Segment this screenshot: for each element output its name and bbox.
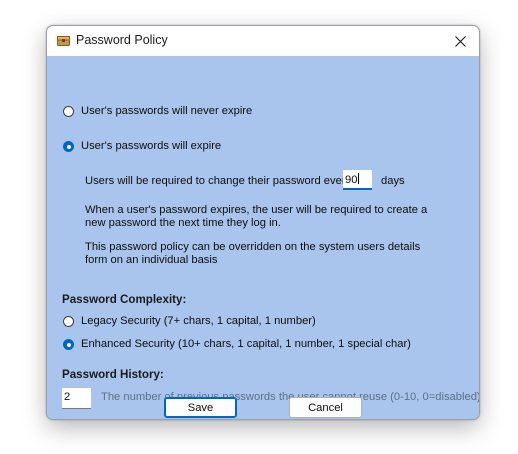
close-icon	[454, 35, 466, 47]
expiry-days-input[interactable]: 90	[343, 170, 372, 190]
never-expire-label[interactable]: User's passwords will never expire	[81, 105, 252, 117]
save-button-label: Save	[187, 401, 214, 414]
history-heading: Password History:	[62, 368, 164, 381]
override-info-line-2: form on an individual basis	[85, 254, 218, 266]
expiry-days-prefix: Users will be required to change their p…	[85, 175, 352, 187]
expiry-days-suffix: days	[381, 175, 405, 187]
close-button[interactable]	[441, 26, 479, 56]
legacy-security-label[interactable]: Legacy Security (7+ chars, 1 capital, 1 …	[81, 315, 316, 327]
expiry-info-line-2: new password the next time they log in.	[85, 217, 281, 229]
override-info-line-1: This password policy can be overridden o…	[85, 241, 421, 253]
save-button[interactable]: Save	[164, 397, 237, 418]
will-expire-radio[interactable]	[63, 141, 74, 152]
history-count-value: 2	[64, 391, 71, 403]
text-cursor	[358, 173, 360, 184]
legacy-security-radio[interactable]	[63, 316, 74, 327]
expiry-days-value: 90	[345, 174, 358, 186]
enhanced-security-label[interactable]: Enhanced Security (10+ chars, 1 capital,…	[81, 338, 411, 350]
window-title: Password Policy	[76, 33, 168, 47]
app-chest-icon	[57, 36, 70, 46]
dialog-body: User's passwords will never expire User'…	[47, 56, 479, 419]
history-count-input[interactable]: 2	[62, 388, 91, 409]
title-bar[interactable]: Password Policy	[47, 26, 479, 56]
cancel-button[interactable]: Cancel	[289, 397, 362, 418]
enhanced-security-radio[interactable]	[63, 339, 74, 350]
password-policy-dialog: Password Policy User's passwords will ne…	[46, 25, 480, 420]
will-expire-label[interactable]: User's passwords will expire	[81, 140, 221, 152]
never-expire-radio[interactable]	[63, 106, 74, 117]
cancel-button-label: Cancel	[308, 401, 343, 414]
complexity-heading: Password Complexity:	[62, 293, 187, 306]
expiry-info-line-1: When a user's password expires, the user…	[85, 204, 428, 216]
